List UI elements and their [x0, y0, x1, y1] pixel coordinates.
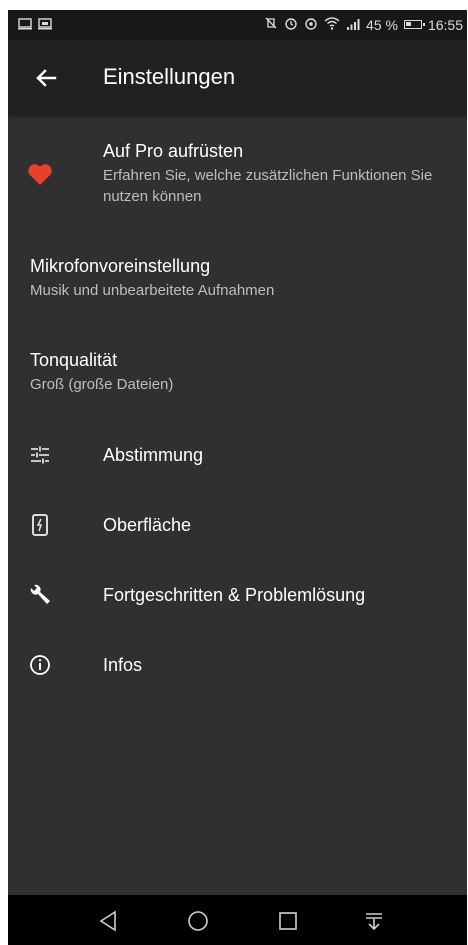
- home-icon: [188, 911, 208, 931]
- screen-cast-icon: [38, 17, 52, 33]
- sliders-icon: [22, 437, 58, 473]
- info-icon: [22, 647, 58, 683]
- nav-recents-button[interactable]: [274, 907, 302, 935]
- interface-title: Oberfläche: [103, 515, 192, 535]
- pro-title: Auf Pro aufrüsten: [103, 141, 244, 161]
- notification-icon: [18, 17, 32, 33]
- clock: 16:55: [427, 16, 463, 33]
- phone-screen: 45 % 16:55 Einstellungen Auf Pro aufrüst…: [8, 10, 467, 945]
- quality-title: Tonqualität: [30, 350, 118, 370]
- mic-preset-subtitle: Musik und unbearbeitete Aufnahmen: [30, 282, 275, 299]
- tuning-title: Abstimmung: [103, 445, 204, 465]
- wrench-icon: [22, 577, 58, 613]
- settings-item-tuning[interactable]: Abstimmung: [8, 435, 467, 475]
- phone-screen-icon: [22, 507, 58, 543]
- quality-subtitle: Groß (große Dateien): [30, 376, 174, 393]
- eye-comfort-icon: [304, 16, 318, 33]
- status-right-icons: 45 % 16:55: [264, 16, 463, 33]
- notification-shade-icon: [366, 913, 382, 931]
- wifi-icon: [324, 16, 340, 33]
- settings-item-pro[interactable]: Auf Pro aufrüsten Erfahren Sie, welche z…: [8, 135, 467, 215]
- back-button[interactable]: [28, 60, 64, 96]
- navigation-bar: [8, 895, 467, 945]
- signal-icon: [346, 17, 360, 33]
- alarm-icon: [284, 16, 298, 33]
- mic-preset-title: Mikrofonvoreinstellung: [30, 256, 211, 276]
- recents-icon: [279, 912, 297, 930]
- nav-home-button[interactable]: [184, 907, 212, 935]
- settings-item-info[interactable]: Infos: [8, 645, 467, 685]
- status-left-icons: [18, 17, 52, 33]
- page-title: Einstellungen: [103, 64, 236, 89]
- battery-icon: [403, 20, 425, 29]
- settings-item-advanced[interactable]: Fortgeschritten & Problemlösung: [8, 575, 467, 615]
- nav-notification-shade-button[interactable]: [360, 907, 388, 935]
- settings-item-interface[interactable]: Oberfläche: [8, 505, 467, 545]
- app-bar: Einstellungen: [8, 40, 467, 115]
- settings-item-quality[interactable]: Tonqualität Groß (große Dateien): [8, 346, 467, 406]
- back-icon: [99, 910, 116, 932]
- vibrate-off-icon: [264, 16, 278, 33]
- info-title: Infos: [103, 655, 143, 675]
- pro-subtitle: Erfahren Sie, welche zusätzlichen Funkti…: [103, 167, 433, 205]
- arrow-back-icon: [36, 69, 57, 87]
- advanced-title: Fortgeschritten & Problemlösung: [103, 585, 366, 605]
- battery-percent: 45 %: [366, 16, 398, 33]
- status-bar: 45 % 16:55: [8, 10, 467, 40]
- settings-item-mic-preset[interactable]: Mikrofonvoreinstellung Musik und unbearb…: [8, 252, 467, 312]
- heart-icon: [22, 157, 58, 193]
- nav-back-button[interactable]: [94, 907, 122, 935]
